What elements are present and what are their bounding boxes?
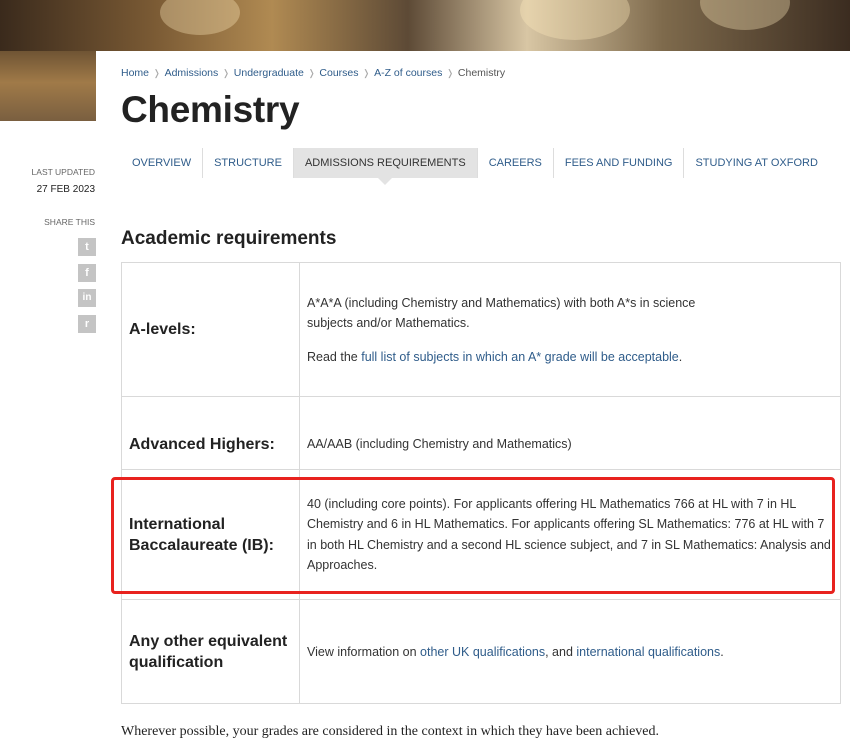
- breadcrumb-separator-icon: ❭: [222, 68, 230, 78]
- international-qualifications-link[interactable]: international qualifications: [576, 645, 720, 659]
- row-value-advanced-highers: AA/AAB (including Chemistry and Mathemat…: [299, 396, 841, 470]
- other-prefix: View information on: [307, 644, 421, 659]
- tab-fees-and-funding[interactable]: FEES AND FUNDING: [554, 148, 685, 178]
- tab-studying-at-oxford[interactable]: STUDYING AT OXFORD: [684, 148, 828, 178]
- breadcrumb-admissions[interactable]: Admissions: [165, 67, 219, 79]
- row-value-other: View information on other UK qualificati…: [299, 599, 841, 704]
- read-prefix: Read the: [307, 349, 362, 364]
- hero-banner-side: [0, 51, 96, 121]
- course-tabs: OVERVIEW STRUCTURE ADMISSIONS REQUIREMEN…: [121, 148, 829, 185]
- breadcrumb-home[interactable]: Home: [121, 67, 149, 79]
- a-levels-text: A*A*A (including Chemistry and Mathemati…: [307, 295, 696, 330]
- last-updated-date: 27 FEB 2023: [36, 184, 95, 195]
- tab-overview[interactable]: OVERVIEW: [121, 148, 204, 178]
- reddit-icon[interactable]: r: [78, 315, 96, 333]
- linkedin-icon[interactable]: in: [78, 289, 96, 307]
- breadcrumb-separator-icon: ❭: [362, 68, 371, 78]
- breadcrumb-a-z-courses[interactable]: A-Z of courses: [374, 67, 442, 79]
- breadcrumb-separator-icon: ❭: [153, 68, 161, 78]
- ib-highlight-box: [111, 477, 835, 594]
- breadcrumb-current: Chemistry: [457, 67, 506, 79]
- other-middle: , and: [545, 644, 577, 659]
- facebook-icon[interactable]: f: [78, 264, 96, 282]
- breadcrumb: Home ❭ Admissions ❭ Undergraduate ❭ Courses ❭ A-…: [121, 67, 505, 79]
- page-title: Chemistry: [121, 89, 300, 130]
- other-suffix: .: [720, 644, 724, 659]
- table-row-a-levels: A-levels: A*A*A (including Chemistry and…: [121, 262, 841, 397]
- row-label-a-levels: A-levels:: [121, 262, 300, 397]
- breadcrumb-courses[interactable]: Courses: [319, 67, 358, 79]
- other-uk-qualifications-link[interactable]: other UK qualifications: [420, 645, 545, 659]
- tab-careers[interactable]: CAREERS: [478, 148, 554, 178]
- row-label-other: Any other equivalent qualification: [121, 599, 300, 704]
- last-updated-label: LAST UPDATED: [31, 167, 95, 177]
- tab-structure[interactable]: STRUCTURE: [203, 148, 294, 178]
- breadcrumb-separator-icon: ❭: [446, 68, 454, 78]
- row-label-advanced-highers: Advanced Highers:: [121, 396, 300, 470]
- section-heading: Academic requirements: [121, 228, 337, 249]
- hero-banner-image: [0, 0, 850, 51]
- table-row-other: Any other equivalent qualification View …: [121, 599, 841, 704]
- breadcrumb-separator-icon: ❭: [307, 68, 316, 78]
- breadcrumb-undergraduate[interactable]: Undergraduate: [234, 67, 304, 79]
- a-levels-read-more: Read the full list of subjects in which …: [307, 347, 833, 367]
- tab-admissions-requirements[interactable]: ADMISSIONS REQUIREMENTS: [293, 148, 478, 185]
- a-star-subjects-link[interactable]: full list of subjects in which an A* gra…: [361, 350, 679, 364]
- row-value-a-levels: A*A*A (including Chemistry and Mathemati…: [299, 262, 841, 397]
- table-row-advanced-highers: Advanced Highers: AA/AAB (including Chem…: [121, 396, 841, 470]
- share-label: SHARE THIS: [44, 217, 95, 227]
- read-suffix: .: [678, 349, 683, 364]
- twitter-icon[interactable]: t: [78, 238, 96, 256]
- grades-context-note: Wherever possible, your grades are consi…: [121, 724, 660, 739]
